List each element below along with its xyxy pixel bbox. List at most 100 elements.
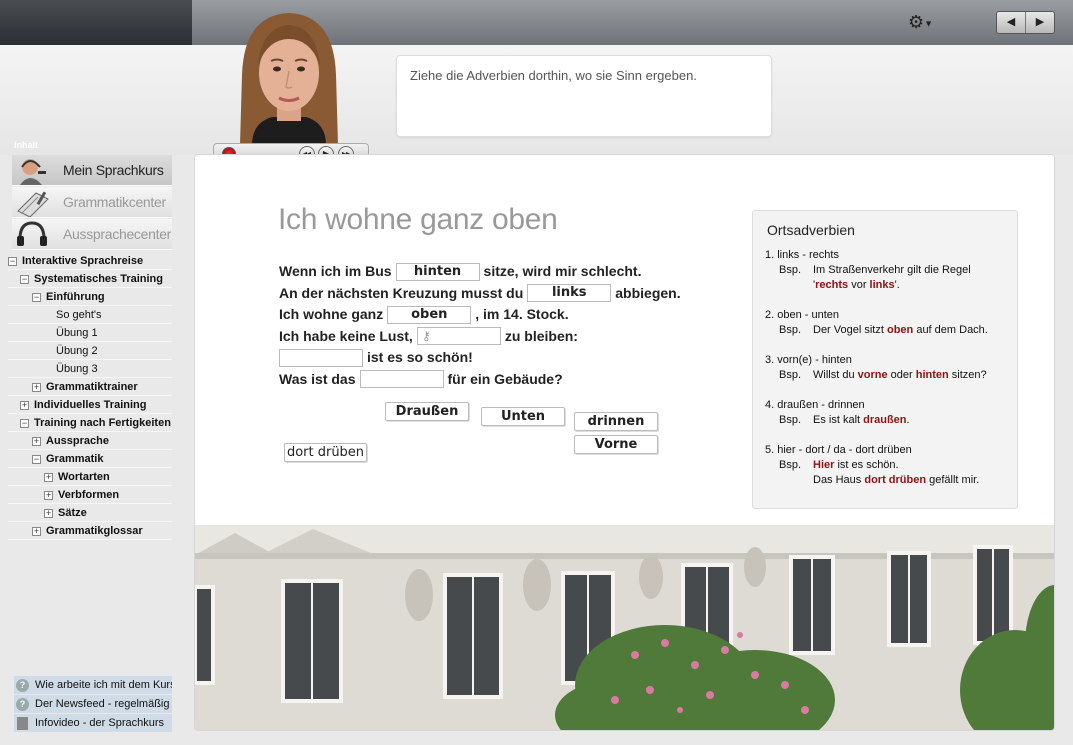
tree-item[interactable]: So geht's: [8, 306, 172, 324]
tree-item[interactable]: − Training nach Fertigkeiten: [8, 414, 172, 432]
sentence-text: Ich wohne ganz: [279, 306, 384, 323]
info-body: 1. links - rechts Bsp. Im Straßenverkehr …: [765, 248, 988, 503]
exercise-panel: Ich wohne ganz oben Wenn ich im Bus hint…: [194, 154, 1055, 731]
info-title: Ortsadverbien: [767, 222, 855, 238]
sentence-text: Ich habe keine Lust,: [279, 327, 413, 344]
sentence-line: Ich wohne ganz oben , im 14. Stock.: [279, 304, 681, 326]
tree-item-label: Einführung: [46, 291, 105, 303]
example-text: Das Haus dort drüben gefällt mir.: [813, 474, 980, 486]
expand-icon[interactable]: +: [32, 382, 41, 392]
tree-item[interactable]: + Individuelles Training: [8, 396, 172, 414]
sidebar-tile-grammatikcenter[interactable]: Grammatikcenter: [12, 187, 172, 218]
expand-icon[interactable]: +: [20, 400, 29, 410]
tree-item[interactable]: + Verbformen: [8, 486, 172, 504]
tree-item[interactable]: − Grammatik: [8, 450, 172, 468]
drop-slot[interactable]: hinten: [395, 262, 480, 281]
drop-slot[interactable]: [359, 370, 444, 389]
headphones-icon: [12, 219, 51, 250]
tree-item[interactable]: Übung 3: [8, 360, 172, 378]
drop-slot[interactable]: [279, 348, 363, 367]
tree-item[interactable]: + Grammatiktrainer: [8, 378, 172, 396]
drop-slot-active[interactable]: ⚷: [416, 327, 501, 346]
sentence-line: Ich habe keine Lust, ⚷ zu bleiben:: [279, 326, 681, 348]
info-entry-heading: 1. links - rechts: [765, 249, 839, 261]
tree-item-label: Grammatiktrainer: [46, 381, 138, 393]
collapse-icon[interactable]: −: [8, 256, 17, 266]
example-label: Bsp.: [779, 264, 802, 276]
info-entry: 5. hier - dort / da - dort drüben Bsp. Hi…: [765, 443, 988, 488]
help-link-how-to[interactable]: ? Wie arbeite ich mit dem Kurs?: [14, 676, 172, 694]
key-icon: ⚷: [421, 329, 431, 344]
sentence-list: Wenn ich im Bus hinten sitze, wird mir s…: [279, 261, 681, 390]
sidebar-tile-mein-sprachkurs[interactable]: Mein Sprachkurs: [12, 155, 172, 186]
info-entry: 4. draußen - drinnen Bsp. Es ist kalt dra…: [765, 398, 988, 428]
expand-icon[interactable]: +: [32, 436, 41, 446]
topbar-left: [0, 0, 192, 45]
notebook-icon: [12, 187, 51, 218]
sentence-text: An der nächsten Kreuzung musst du: [279, 284, 524, 301]
tree-item[interactable]: + Sätze: [8, 504, 172, 522]
example-label: Bsp.: [779, 459, 802, 471]
sentence-text: sitze, wird mir schlecht.: [483, 263, 642, 280]
course-tree: − Interaktive Sprachreise − Systematisches …: [8, 252, 172, 540]
word-chip-dort-drueben[interactable]: dort drüben: [284, 443, 367, 462]
grammar-info-box: Ortsadverbien 1. links - rechts Bsp. Im S…: [752, 210, 1018, 509]
info-entry-heading: 3. vorn(e) - hinten: [765, 354, 852, 366]
gear-icon: ⚙: [908, 12, 925, 32]
tree-item-label: Übung 2: [56, 345, 98, 357]
example-label: Bsp.: [779, 369, 802, 381]
sentence-text: , im 14. Stock.: [475, 306, 569, 323]
drop-slot[interactable]: links: [527, 284, 612, 303]
tree-item[interactable]: Übung 1: [8, 324, 172, 342]
example-text: Es ist kalt draußen.: [813, 414, 910, 426]
tree-item-label: Wortarten: [58, 471, 110, 483]
expand-icon[interactable]: +: [44, 490, 53, 500]
expand-icon[interactable]: +: [44, 508, 53, 518]
info-entry-heading: 4. draußen - drinnen: [765, 399, 865, 411]
tree-item[interactable]: − Systematisches Training: [8, 270, 172, 288]
settings-menu-button[interactable]: ⚙▼: [908, 12, 936, 32]
sidebar-tile-label: Mein Sprachkurs: [63, 162, 164, 178]
prev-page-button[interactable]: ◀: [997, 12, 1026, 33]
sentence-line: An der nächsten Kreuzung musst du links …: [279, 283, 681, 305]
sentence-text: abbiegen.: [615, 284, 681, 301]
sentence-text: Wenn ich im Bus: [279, 263, 392, 280]
word-chip-draussen[interactable]: Draußen: [385, 402, 469, 421]
sidebar-tile-aussprachecenter[interactable]: Aussprachecenter: [12, 219, 172, 250]
tree-item[interactable]: − Einführung: [8, 288, 172, 306]
tree-item[interactable]: + Aussprache: [8, 432, 172, 450]
help-icon: ?: [16, 697, 29, 711]
word-chip-unten[interactable]: Unten: [481, 407, 565, 426]
help-link-infovideo[interactable]: Infovideo - der Sprachkurs: [14, 714, 172, 732]
tree-item-label: Systematisches Training: [34, 273, 163, 285]
expand-icon[interactable]: +: [32, 526, 41, 536]
example-label: Bsp.: [779, 324, 802, 336]
info-entry: 3. vorn(e) - hinten Bsp. Willst du vorne …: [765, 353, 988, 383]
word-chip-vorne[interactable]: Vorne: [574, 435, 658, 454]
sentence-text: für ein Gebäude?: [447, 370, 563, 387]
tree-item[interactable]: + Wortarten: [8, 468, 172, 486]
example-text: Hier ist es schön.: [813, 459, 899, 471]
help-link-label: Wie arbeite ich mit dem Kurs?: [35, 679, 172, 691]
collapse-icon[interactable]: −: [32, 454, 41, 464]
word-chip-drinnen[interactable]: drinnen: [574, 412, 658, 431]
collapse-icon[interactable]: −: [20, 274, 29, 284]
drop-slot[interactable]: oben: [387, 305, 472, 324]
next-page-button[interactable]: ▶: [1026, 12, 1054, 33]
info-entry-heading: 2. oben - unten: [765, 309, 840, 321]
tree-item[interactable]: Übung 2: [8, 342, 172, 360]
tree-item-label: Aussprache: [46, 435, 109, 447]
expand-icon[interactable]: +: [44, 472, 53, 482]
instruction-text: Ziehe die Adverbien dorthin, wo sie Sinn…: [410, 68, 697, 83]
tree-item-label: Grammatikglossar: [46, 525, 143, 537]
tree-item[interactable]: − Interaktive Sprachreise: [8, 252, 172, 270]
tree-item-label: So geht's: [56, 309, 102, 321]
collapse-icon[interactable]: −: [20, 418, 29, 428]
sentence-text: zu bleiben:: [504, 327, 578, 344]
collapse-icon[interactable]: −: [32, 292, 41, 302]
tree-item[interactable]: + Grammatikglossar: [8, 522, 172, 540]
help-link-newsfeed[interactable]: ? Der Newsfeed - regelmäßig: [14, 695, 172, 713]
example-text: Willst du vorne oder hinten sitzen?: [813, 369, 987, 381]
tree-item-label: Übung 3: [56, 363, 98, 375]
tree-item-label: Interaktive Sprachreise: [22, 255, 144, 267]
